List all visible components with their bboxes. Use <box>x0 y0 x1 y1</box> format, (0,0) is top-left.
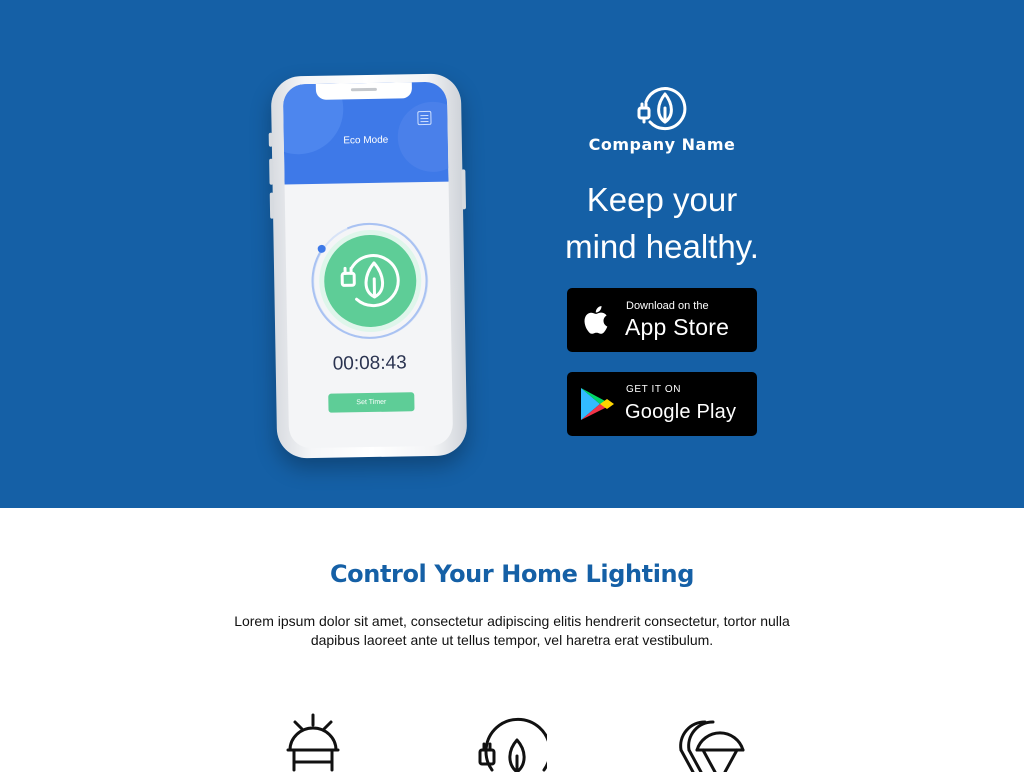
leaf-plug-icon <box>637 87 687 131</box>
phone-side-button <box>461 169 467 210</box>
timer-ring <box>311 222 429 339</box>
phone-side-button <box>268 132 273 147</box>
phone-notch <box>315 82 413 100</box>
google-play-button[interactable]: GET IT ON Google Play <box>567 372 757 436</box>
phone-screen: Eco Mode 00:08:43 Set Timer <box>282 81 454 449</box>
menu-icon <box>417 110 432 126</box>
phone-mockup: Eco Mode 00:08:43 Set Timer <box>268 73 468 459</box>
app-store-button[interactable]: Download on the App Store <box>567 288 757 352</box>
phone-side-button <box>269 192 275 219</box>
tagline: Keep your mind healthy. <box>540 176 784 270</box>
app-store-big-text: App Store <box>625 314 730 340</box>
set-timer-button[interactable]: Set Timer <box>328 392 415 413</box>
light-bulbs-icon <box>679 720 745 772</box>
google-play-icon <box>581 388 614 420</box>
tagline-line1: Keep your <box>586 181 738 218</box>
tagline-line2: mind healthy. <box>565 228 759 265</box>
phone-side-button <box>269 158 274 185</box>
leaf-plug-icon <box>478 717 547 772</box>
apple-icon <box>584 306 608 334</box>
alarm-light-icon <box>286 713 340 772</box>
section-title: Control Your Home Lighting <box>329 560 695 588</box>
google-play-big-text: Google Play <box>625 401 737 423</box>
google-play-small-text: GET IT ON <box>626 384 682 395</box>
hero-section: Eco Mode 00:08:43 Set Timer Company Name… <box>0 0 1024 508</box>
company-name: Company Name <box>588 135 736 154</box>
section-description: Lorem ipsum dolor sit amet, consectetur … <box>234 613 790 648</box>
app-store-small-text: Download on the <box>626 300 709 312</box>
timer-display: 00:08:43 <box>332 352 407 375</box>
